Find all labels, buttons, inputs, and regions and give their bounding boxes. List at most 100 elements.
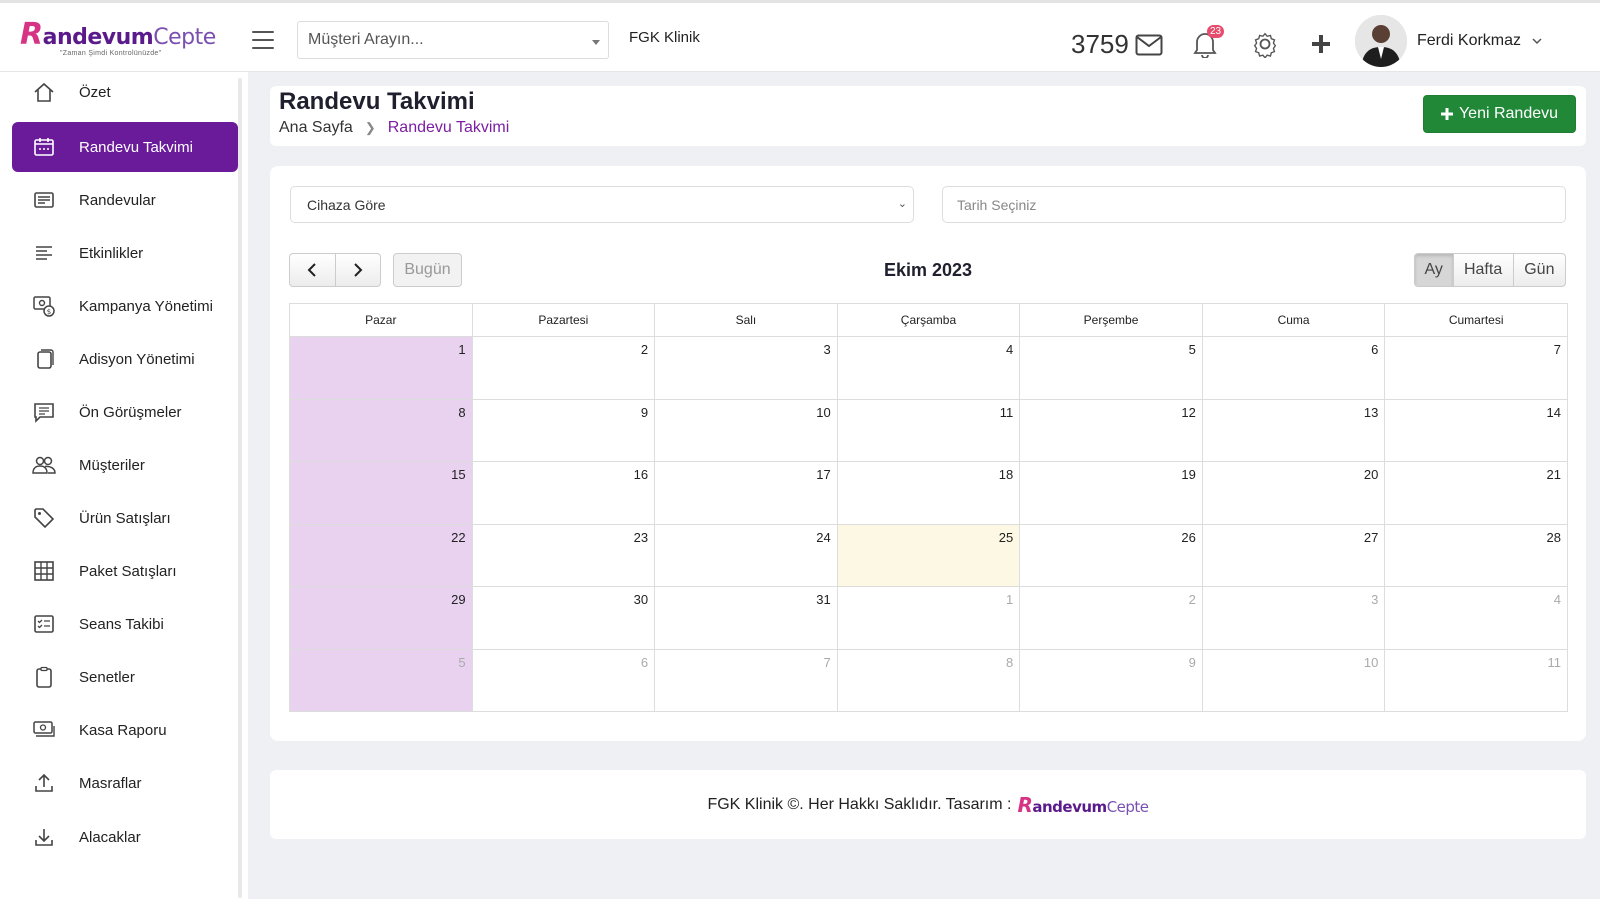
day-cell[interactable]: 13 [1201,398,1386,462]
customer-search-input[interactable] [298,22,578,58]
day-cell[interactable]: 9 [471,398,656,462]
calendar-icon [32,135,56,159]
day-cell[interactable]: 19 [1019,461,1203,525]
footer: FGK Klinik ©. Her Hakkı Saklıdır. Tasarı… [270,770,1586,839]
notifications-button[interactable]: 23 [1192,25,1225,63]
sidebar-item-seans-takibi[interactable]: Seans Takibi [12,599,238,649]
sidebar-item-on-gorusmeler[interactable]: Ön Görüşmeler [12,387,238,437]
day-cell-other-month[interactable]: 4 [1384,586,1568,650]
sidebar-item-urun-satislari[interactable]: Ürün Satışları [12,493,238,543]
copy-icon [32,347,56,371]
sidebar-item-etkinlikler[interactable]: Etkinlikler [12,228,238,278]
date-picker[interactable] [942,186,1566,223]
sms-counter[interactable]: 3759 [1071,29,1163,60]
sidebar-item-label: Randevular [79,191,156,209]
weekday-header: Cumartesi [1384,303,1568,337]
sidebar-item-kampanya-yonetimi[interactable]: $ Kampanya Yönetimi [12,281,238,331]
day-cell-other-month[interactable]: 10 [1201,648,1386,712]
calendar-nav [289,253,381,287]
chevron-down-icon: ⌄ [897,198,907,210]
day-cell[interactable]: 11 [836,398,1021,462]
view-week-button[interactable]: Hafta [1452,254,1513,286]
sidebar-item-ozet[interactable]: Özet [12,67,238,117]
settings-button[interactable] [1251,30,1279,63]
today-button[interactable]: Bugün [393,253,462,287]
day-cell[interactable]: 24 [654,523,838,587]
day-cell[interactable]: 8 [289,398,473,462]
prev-button[interactable] [290,254,335,286]
next-button[interactable] [334,254,381,286]
day-cell[interactable]: 7 [1384,336,1568,400]
footer-logo[interactable]: RandevumCepte [1017,793,1149,817]
day-cell-other-month[interactable]: 5 [289,648,473,712]
day-cell[interactable]: 20 [1201,461,1386,525]
user-menu[interactable]: Ferdi Korkmaz [1355,15,1543,67]
tag-icon [32,506,56,530]
day-cell[interactable]: 26 [1019,523,1203,587]
day-cell-other-month[interactable]: 2 [1019,586,1203,650]
day-cell[interactable]: 12 [1019,398,1203,462]
customer-search[interactable] [297,21,609,59]
view-day-button[interactable]: Gün [1512,254,1565,286]
day-cell-other-month[interactable]: 11 [1384,648,1568,712]
new-appointment-button[interactable]: Yeni Randevu [1423,95,1576,133]
sidebar-item-paket-satislari[interactable]: Paket Satışları [12,546,238,596]
day-cell-other-month[interactable]: 6 [471,648,656,712]
sidebar-scrollbar[interactable] [238,78,242,898]
brand-logo[interactable]: RandevumCepte "Zaman Şimdi Kontrolünüzde… [20,17,216,63]
menu-toggle-icon[interactable] [252,31,274,49]
day-cell[interactable]: 16 [471,461,656,525]
day-cell-other-month[interactable]: 9 [1019,648,1203,712]
day-cell[interactable]: 15 [289,461,473,525]
clinic-name: FGK Klinik [629,29,700,46]
breadcrumb: Ana Sayfa ❯ Randevu Takvimi [279,119,509,137]
day-cell[interactable]: 18 [836,461,1021,525]
add-button[interactable] [1310,33,1332,60]
chevron-right-icon: ❯ [364,120,376,135]
sidebar-item-senetler[interactable]: Senetler [12,652,238,702]
day-cell[interactable]: 31 [654,586,838,650]
day-cell[interactable]: 10 [654,398,838,462]
money-icon: $ [32,294,56,318]
device-select[interactable]: Cihaza Göre ⌄ [290,186,914,223]
day-cell[interactable]: 29 [289,586,473,650]
day-cell[interactable]: 2 [471,336,656,400]
day-cell[interactable]: 5 [1019,336,1203,400]
day-cell[interactable]: 1 [289,336,473,400]
sidebar-item-kasa-raporu[interactable]: Kasa Raporu [12,705,238,755]
plus-icon [1440,108,1453,120]
day-cell[interactable]: 28 [1384,523,1568,587]
day-cell[interactable]: 21 [1384,461,1568,525]
day-cell-other-month[interactable]: 7 [654,648,838,712]
day-cell[interactable]: 4 [836,336,1021,400]
day-cell-other-month[interactable]: 3 [1201,586,1386,650]
day-cell[interactable]: 22 [289,523,473,587]
sidebar-item-alacaklar[interactable]: Alacaklar [12,812,238,862]
day-cell[interactable]: 17 [654,461,838,525]
sidebar-item-label: Masraflar [79,774,142,792]
day-cell[interactable]: 27 [1201,523,1386,587]
day-cell-other-month[interactable]: 1 [836,586,1021,650]
chevron-left-icon [307,263,316,277]
sidebar-item-musteriler[interactable]: Müşteriler [12,440,238,490]
view-switcher: Ay Hafta Gün [1414,253,1566,287]
view-month-button[interactable]: Ay [1415,254,1453,286]
users-icon [32,453,56,477]
sidebar-item-randevu-takvimi[interactable]: Randevu Takvimi [12,122,238,172]
footer-logo-light: Cepte [1106,797,1149,816]
day-cell[interactable]: 6 [1201,336,1386,400]
sidebar-item-masraflar[interactable]: Masraflar [12,758,238,808]
avatar [1355,15,1407,67]
sidebar-item-adisyon-yonetimi[interactable]: Adisyon Yönetimi [12,334,238,384]
day-cell[interactable]: 23 [471,523,656,587]
day-cell[interactable]: 14 [1384,398,1568,462]
day-cell[interactable]: 3 [654,336,838,400]
breadcrumb-home[interactable]: Ana Sayfa [279,119,353,137]
date-picker-input[interactable] [943,187,1565,222]
day-cell-other-month[interactable]: 8 [836,648,1021,712]
sidebar-item-randevular[interactable]: Randevular [12,175,238,225]
device-select-value: Cihaza Göre [307,196,386,213]
gear-icon [1253,32,1277,59]
day-cell-today[interactable]: 25 [836,523,1021,587]
day-cell[interactable]: 30 [471,586,656,650]
